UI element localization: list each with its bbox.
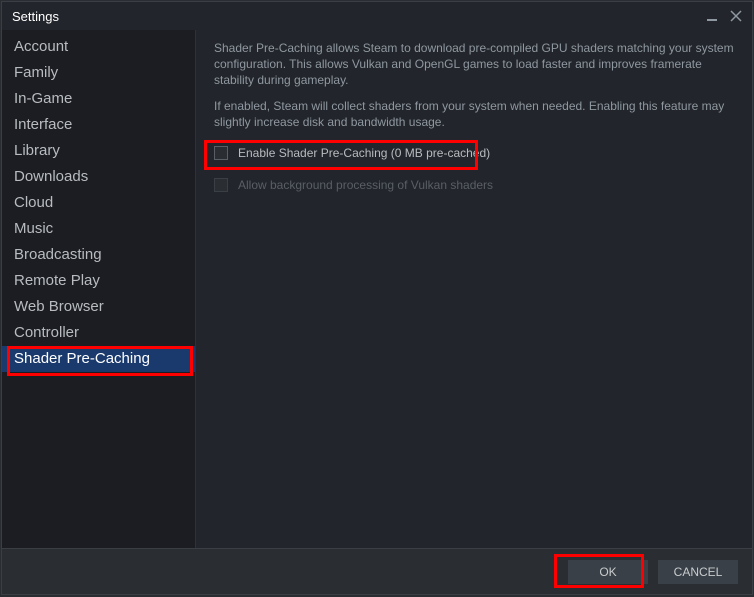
sidebar-item-interface[interactable]: Interface xyxy=(2,112,195,138)
sidebar-item-family[interactable]: Family xyxy=(2,60,195,86)
sidebar-item-music[interactable]: Music xyxy=(2,216,195,242)
body: Account Family In-Game Interface Library… xyxy=(2,30,752,548)
sidebar-item-remote-play[interactable]: Remote Play xyxy=(2,268,195,294)
titlebar: Settings xyxy=(2,2,752,30)
minimize-icon[interactable] xyxy=(704,8,720,24)
option-background-row: Allow background processing of Vulkan sh… xyxy=(214,172,734,198)
sidebar: Account Family In-Game Interface Library… xyxy=(2,30,196,548)
sidebar-item-web-browser[interactable]: Web Browser xyxy=(2,294,195,320)
sidebar-item-account[interactable]: Account xyxy=(2,34,195,60)
window-title: Settings xyxy=(12,9,59,24)
sidebar-item-downloads[interactable]: Downloads xyxy=(2,164,195,190)
sidebar-item-shader-pre-caching[interactable]: Shader Pre-Caching xyxy=(2,346,195,372)
sidebar-item-controller[interactable]: Controller xyxy=(2,320,195,346)
footer: OK CANCEL xyxy=(2,548,752,594)
checkbox-enable-shader-precaching[interactable] xyxy=(214,146,228,160)
sidebar-item-broadcasting[interactable]: Broadcasting xyxy=(2,242,195,268)
content-pane: Shader Pre-Caching allows Steam to downl… xyxy=(196,30,752,548)
description-text-1: Shader Pre-Caching allows Steam to downl… xyxy=(214,40,734,88)
cancel-button[interactable]: CANCEL xyxy=(658,560,738,584)
option-enable-row[interactable]: Enable Shader Pre-Caching (0 MB pre-cach… xyxy=(214,140,734,166)
description-text-2: If enabled, Steam will collect shaders f… xyxy=(214,98,734,130)
checkbox-background-processing xyxy=(214,178,228,192)
option-enable-label: Enable Shader Pre-Caching (0 MB pre-cach… xyxy=(238,146,490,160)
sidebar-item-cloud[interactable]: Cloud xyxy=(2,190,195,216)
settings-window: Settings Account Family In-Game Interfac… xyxy=(1,1,753,595)
sidebar-item-library[interactable]: Library xyxy=(2,138,195,164)
option-background-label: Allow background processing of Vulkan sh… xyxy=(238,178,493,192)
sidebar-item-in-game[interactable]: In-Game xyxy=(2,86,195,112)
ok-button[interactable]: OK xyxy=(568,560,648,584)
close-icon[interactable] xyxy=(728,8,744,24)
window-controls xyxy=(704,8,744,24)
